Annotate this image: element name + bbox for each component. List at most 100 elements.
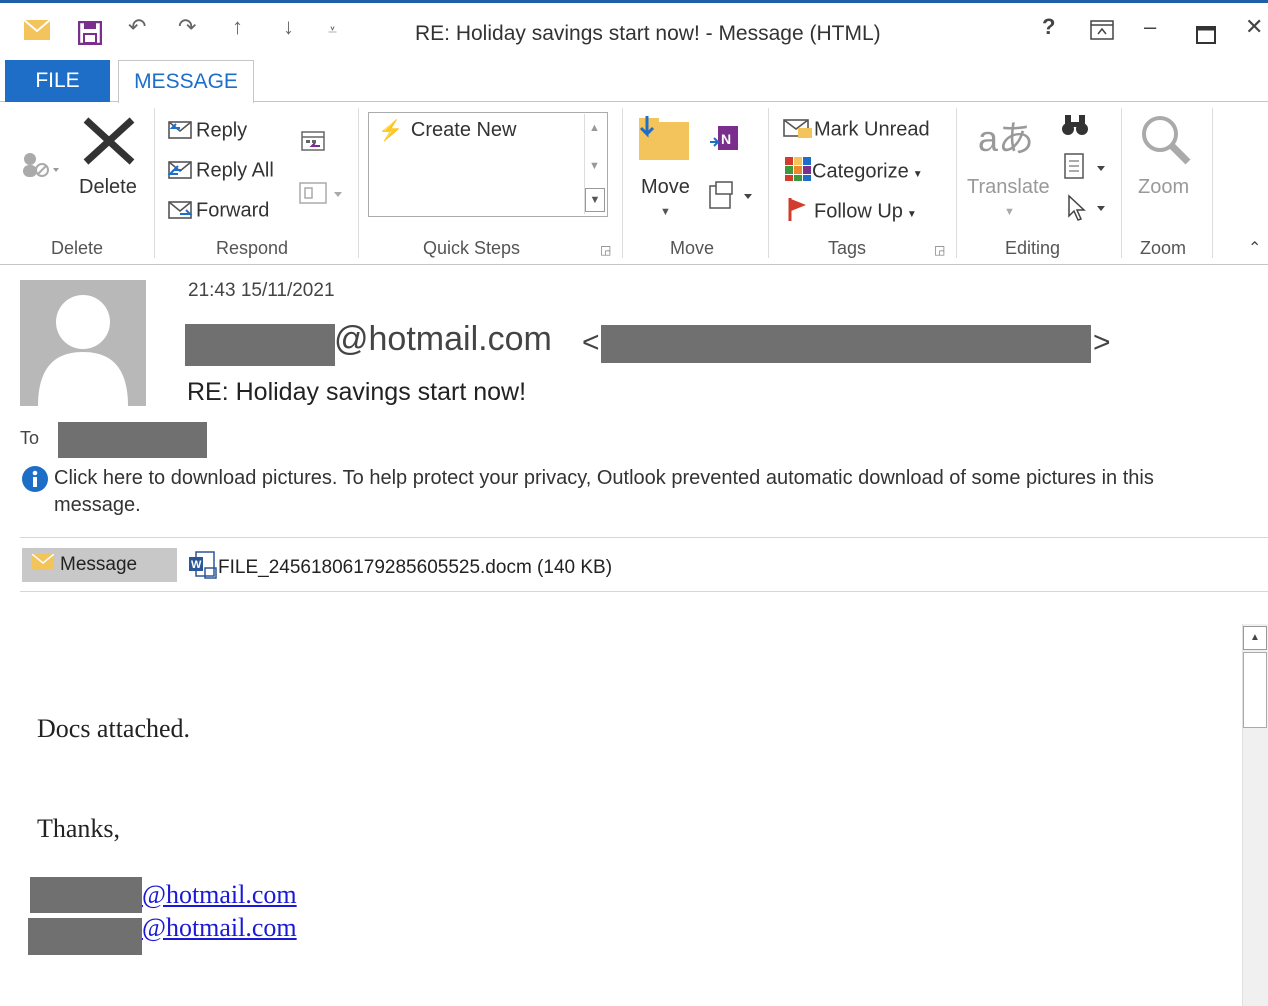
download-pictures-infobar[interactable]: Click here to download pictures. To help… [54,465,1234,519]
ribbon-display-icon[interactable] [1090,20,1114,46]
chevron-down-icon: ▼ [906,209,917,221]
redacted-sender-name [185,324,335,366]
zoom-button[interactable]: Zoom [1138,176,1189,199]
more-respond-icon[interactable] [298,180,344,211]
group-label-delete: Delete [51,238,104,258]
group-separator [358,108,359,258]
move-button[interactable]: Move [641,176,690,199]
group-label-zoom: Zoom [1140,238,1187,258]
onenote-icon[interactable]: N [708,124,740,159]
select-icon[interactable] [1065,194,1111,227]
divider [20,537,1268,538]
mark-unread-label: Mark Unread [814,118,930,141]
sender-domain[interactable]: @hotmail.com [334,320,552,359]
move-dropdown-icon[interactable]: ▼ [660,206,671,218]
zoom-icon[interactable] [1140,114,1192,171]
translate-icon[interactable]: aあ [978,110,1034,162]
related-icon[interactable] [1063,152,1109,185]
forward-label: Forward [196,199,270,222]
message-tab[interactable]: Message [22,548,177,582]
quick-steps-launcher-icon[interactable]: ◲ [600,243,611,257]
collapse-ribbon-icon[interactable]: ⌃ [1248,238,1261,258]
help-button[interactable]: ? [1042,14,1055,40]
divider [20,591,1268,592]
group-label-respond: Respond [216,238,289,258]
forward-icon [166,196,196,226]
chevron-down-icon: ▼ [912,169,923,181]
redacted-recipient [58,422,207,458]
avatar [20,280,146,406]
email-link[interactable]: @hotmail.com [142,880,297,910]
reply-label: Reply [196,119,248,142]
scroll-up-icon[interactable]: ▲ [589,122,600,134]
group-label-tags: Tags [828,238,867,258]
window-title: RE: Holiday savings start now! - Message… [415,22,881,45]
flag-icon [786,196,814,228]
reply-all-button[interactable]: Reply All [166,156,274,186]
find-icon[interactable] [1060,112,1090,143]
undo-icon[interactable]: ↶ [128,14,146,40]
body-line-docs-attached: Docs attached. [37,714,191,743]
reply-button[interactable]: Reply [166,116,247,146]
forward-button[interactable]: Forward [166,196,269,226]
email-link[interactable]: @hotmail.com [142,913,297,943]
group-separator [622,108,623,258]
tags-launcher-icon[interactable]: ◲ [934,243,945,257]
reply-all-icon [166,156,196,186]
delete-button[interactable]: Delete [79,176,137,199]
mark-unread-icon [782,114,814,146]
categorize-icon [784,156,812,188]
scrollbar-thumb[interactable] [1243,652,1267,728]
group-separator [956,108,957,258]
svg-text:W: W [191,559,202,571]
translate-button[interactable]: Translate [967,176,1050,199]
categorize-label: Categorize [812,160,909,183]
info-icon [21,465,49,498]
lightning-icon: ⚡ [378,120,403,142]
sender-angle-open: < [582,326,600,359]
categorize-button[interactable]: Categorize ▼ [784,156,923,188]
group-label-editing: Editing [1005,238,1061,258]
group-separator [154,108,155,258]
ignore-icon[interactable] [20,150,60,187]
group-separator [1121,108,1122,258]
group-separator [768,108,769,258]
tab-message[interactable]: MESSAGE [118,60,254,103]
mark-unread-button[interactable]: Mark Unread [782,114,930,146]
redacted-sender-address [601,325,1091,363]
close-icon[interactable]: ✕ [1245,14,1263,40]
redacted-email-name [28,918,142,955]
message-tab-label: Message [60,554,138,576]
scroll-down-icon[interactable]: ▼ [589,160,600,172]
redo-icon[interactable]: ↷ [178,14,196,40]
customize-qat-icon[interactable]: ⩡ [328,22,337,40]
save-icon[interactable] [77,20,103,51]
scroll-up-arrow-icon[interactable]: ▲ [1243,626,1267,650]
minimize-icon[interactable]: – [1144,14,1156,40]
delete-icon[interactable] [82,116,136,171]
sender-angle-close: > [1093,326,1111,359]
down-arrow-icon[interactable]: ↓ [283,14,294,40]
attachment-filename: FILE_24561806179285605525.docm (140 KB) [218,557,613,579]
reply-icon [166,116,196,146]
maximize-icon[interactable] [1196,24,1216,50]
create-new-label: Create New [410,118,517,141]
body-line-thanks: Thanks, [37,814,121,843]
move-folder-icon[interactable] [637,112,693,169]
translate-dropdown-icon[interactable]: ▼ [1004,206,1015,218]
expand-gallery-icon[interactable]: ▼ [585,188,605,212]
meeting-reply-icon[interactable] [300,130,328,159]
up-arrow-icon[interactable]: ↑ [232,14,243,40]
group-label-move: Move [670,238,715,258]
reply-all-label: Reply All [196,159,274,182]
group-label-quick-steps: Quick Steps [423,238,521,258]
follow-up-label: Follow Up [814,200,903,223]
to-label: To [20,428,40,448]
tab-file[interactable]: FILE [5,60,110,102]
envelope-icon [23,19,51,46]
follow-up-button[interactable]: Follow Up ▼ [786,196,917,228]
envelope-icon [31,548,55,582]
create-new-quick-step[interactable]: ⚡ Create New [378,118,517,143]
attachment-file[interactable]: W FILE_24561806179285605525.docm (140 KB) [188,550,612,586]
actions-icon[interactable] [708,180,756,215]
